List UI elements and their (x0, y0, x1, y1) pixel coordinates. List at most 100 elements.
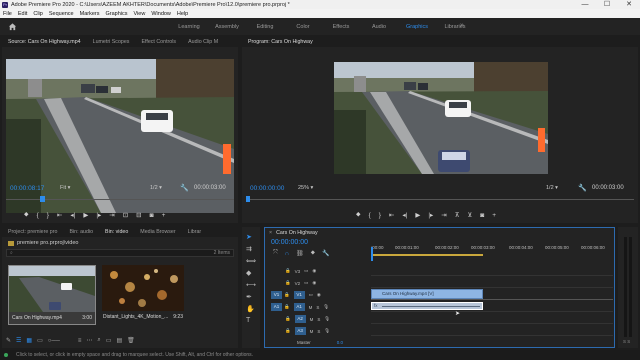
program-add-button-icon[interactable]: + (492, 212, 496, 219)
program-play-icon[interactable]: ▶ (415, 211, 420, 219)
menu-graphics[interactable]: Graphics (106, 11, 128, 17)
menu-clip[interactable]: Clip (33, 11, 42, 17)
tab-media-browser[interactable]: Media Browser (134, 229, 181, 235)
work-area-bar[interactable] (371, 254, 483, 256)
program-resolution-dropdown[interactable]: 1/2 ▾ (546, 185, 558, 191)
clear-icon[interactable]: 🗑 (127, 337, 135, 344)
lock-icon[interactable]: 🔒 (285, 268, 291, 274)
bin-item[interactable]: Cars On Highway.mp4 3:00 (8, 265, 96, 325)
find-icon[interactable]: ⌕ (97, 337, 100, 344)
lock-icon[interactable]: 🔒 (285, 280, 291, 286)
sync-lock-icon[interactable]: ▭ (309, 292, 313, 298)
mark-in-icon[interactable]: { (37, 212, 39, 219)
minimize-button[interactable]: — (574, 0, 596, 9)
tab-libraries[interactable]: Librar (182, 229, 208, 235)
program-mark-out-icon[interactable]: } (379, 212, 381, 219)
source-playhead[interactable] (40, 196, 45, 202)
automate-to-sequence-icon[interactable]: ⋯ (86, 337, 92, 344)
pencil-icon[interactable]: ✎ (6, 337, 11, 344)
program-wrench-icon[interactable]: 🔧 (578, 184, 587, 192)
mute-icon[interactable]: M (310, 317, 314, 322)
audio-clip[interactable]: fx (371, 302, 483, 310)
mark-out-icon[interactable]: } (47, 212, 49, 219)
program-timecode[interactable]: 00:00:00:00 (250, 185, 284, 192)
play-icon[interactable]: ▶ (83, 211, 88, 219)
source-scrub-bar[interactable] (6, 196, 234, 202)
extract-icon[interactable]: ⊻ (467, 211, 472, 219)
program-mark-in-icon[interactable]: { (369, 212, 371, 219)
tab-lumetri-scopes[interactable]: Lumetri Scopes (87, 39, 136, 45)
workspace-tab-audio[interactable]: Audio (360, 24, 398, 30)
ripple-edit-tool-icon[interactable]: ⟺ (246, 257, 256, 265)
eye-icon[interactable]: ◉ (312, 268, 316, 274)
sync-lock-icon[interactable]: ▭ (304, 280, 308, 286)
program-playhead[interactable] (246, 196, 250, 202)
add-marker-icon[interactable]: ⬥ (24, 211, 29, 219)
menu-file[interactable]: File (3, 11, 12, 17)
timeline-timecode[interactable]: 00:00:00:00 (271, 239, 308, 246)
timeline-playhead[interactable] (371, 247, 373, 261)
tab-program[interactable]: Program: Cars On Highway (242, 39, 319, 45)
timeline-tracks-area[interactable]: Cars On Highway.mp4 [V] fx ➤ (371, 264, 613, 348)
workspace-overflow-button[interactable]: » (460, 22, 464, 29)
go-to-out-icon[interactable]: ⇥ (109, 211, 114, 219)
program-export-frame-icon[interactable]: ◙ (480, 212, 484, 219)
nest-icon[interactable]: ⤧ (273, 250, 278, 257)
program-zoom-dropdown[interactable]: 25% ▾ (298, 185, 313, 191)
voiceover-icon[interactable]: 🎙 (324, 328, 330, 334)
lift-icon[interactable]: ⊼ (455, 211, 460, 219)
menu-view[interactable]: View (134, 11, 146, 17)
type-tool-icon[interactable]: T (246, 317, 250, 324)
bin-search-field[interactable]: ⌕ 2 Items (6, 249, 234, 257)
solo-icon[interactable]: S (316, 305, 319, 310)
tab-bin-video[interactable]: Bin: video (99, 229, 134, 235)
source-timecode[interactable]: 00:00:08:17 (10, 185, 44, 192)
wrench-icon[interactable]: 🔧 (180, 184, 189, 192)
add-button-icon[interactable]: + (162, 212, 166, 219)
timeline-ruler[interactable]: :00:00 00:00:01:00 00:00:02:00 00:00:03:… (371, 245, 611, 261)
eye-icon[interactable]: ◉ (317, 292, 321, 298)
master-volume[interactable]: 0.0 (337, 340, 343, 345)
overwrite-icon[interactable]: ⊟ (136, 211, 141, 219)
icon-view-icon[interactable]: ▦ (26, 337, 32, 344)
track-target-a1[interactable]: A1 (293, 303, 305, 311)
source-resolution-dropdown[interactable]: 1/2 ▾ (150, 185, 162, 191)
slip-tool-icon[interactable]: ⟷ (246, 281, 256, 289)
home-icon[interactable] (8, 22, 17, 31)
track-select-tool-icon[interactable]: ⇉ (246, 245, 252, 253)
tab-effect-controls[interactable]: Effect Controls (135, 39, 182, 45)
list-view-icon[interactable]: ☰ (16, 337, 21, 344)
hand-tool-icon[interactable]: ✋ (246, 305, 255, 313)
snap-icon[interactable]: ∩ (285, 251, 289, 257)
maximize-button[interactable]: ☐ (596, 0, 618, 9)
solo-icon[interactable]: S (317, 317, 320, 322)
voiceover-icon[interactable]: 🎙 (323, 304, 329, 310)
mute-icon[interactable]: M (310, 329, 314, 334)
track-target-v1[interactable]: V1 (293, 291, 305, 299)
mute-icon[interactable]: M (309, 305, 313, 310)
tab-bin-audio[interactable]: Bin: audio (63, 229, 99, 235)
workspace-tab-graphics[interactable]: Graphics (398, 24, 436, 30)
lock-icon[interactable]: 🔒 (285, 316, 291, 322)
tab-project[interactable]: Project: premiere pro (2, 229, 63, 235)
razor-tool-icon[interactable]: ◆ (246, 269, 251, 277)
workspace-tab-effects[interactable]: Effects (322, 24, 360, 30)
menu-edit[interactable]: Edit (18, 11, 27, 17)
step-back-icon[interactable]: ◂| (70, 211, 75, 219)
program-step-back-icon[interactable]: ◂| (402, 211, 407, 219)
step-forward-icon[interactable]: |▸ (96, 211, 101, 219)
menu-sequence[interactable]: Sequence (49, 11, 74, 17)
tab-sequence[interactable]: Cars On Highway (274, 230, 324, 236)
program-go-to-out-icon[interactable]: ⇥ (441, 211, 446, 219)
export-frame-icon[interactable]: ◙ (150, 212, 154, 219)
new-item-icon[interactable]: ▤ (116, 337, 122, 344)
selection-tool-icon[interactable]: ➤ (246, 233, 252, 241)
menu-markers[interactable]: Markers (80, 11, 100, 17)
new-bin-icon[interactable]: ▭ (106, 337, 112, 344)
bin-item[interactable]: Distant_Lights_4K_Motion_... 9:23 (100, 265, 186, 325)
video-clip[interactable]: Cars On Highway.mp4 [V] (371, 289, 483, 299)
menu-window[interactable]: Window (151, 11, 171, 17)
workspace-tab-learning[interactable]: Learning (170, 24, 208, 30)
lock-icon[interactable]: 🔒 (285, 328, 291, 334)
sync-lock-icon[interactable]: ▭ (304, 268, 308, 274)
